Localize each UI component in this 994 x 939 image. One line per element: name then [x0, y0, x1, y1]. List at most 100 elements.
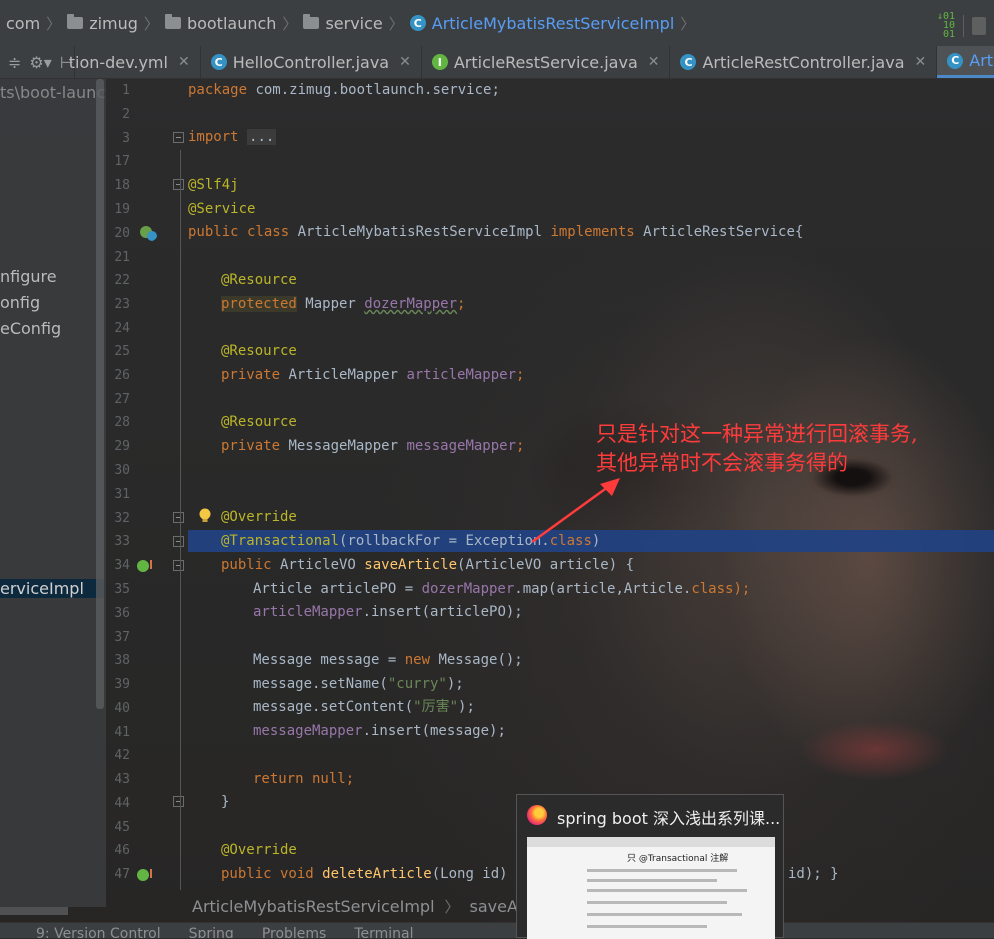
line-number: 1 — [122, 83, 130, 98]
code-line-38: Message message = new Message(); — [253, 652, 523, 668]
tab-article-rest-controller[interactable]: C ArticleRestController.java ✕ — [670, 46, 938, 78]
line-number-gutter: 1 2 3 17 18 19 20 21 22 23 24 25 26 27 28 29 30 31 32 33 34 3… — [106, 79, 188, 889]
folder-icon — [303, 14, 320, 29]
tool-version-control[interactable]: 9: Version Control — [36, 923, 161, 938]
line-number: 39 — [114, 677, 130, 692]
breadcrumb-service[interactable]: service — [297, 14, 388, 33]
code-line-47-tail: id); } — [788, 866, 839, 882]
breadcrumb-separator: 〉 — [46, 14, 62, 33]
fold-marker-icon[interactable] — [173, 560, 184, 571]
project-tool-window: ts\boot-launch nfigure onfig eConfig erv… — [0, 79, 106, 907]
line-number: 2 — [122, 107, 130, 122]
spring-bean-icon[interactable] — [138, 224, 158, 242]
code-line-28: @Resource — [221, 414, 297, 430]
firefox-icon — [527, 805, 547, 825]
code-line-34: public ArticleVO saveArticle(ArticleVO a… — [221, 557, 635, 573]
fold-marker-icon[interactable] — [173, 512, 184, 523]
code-line-3: import ... — [188, 129, 277, 145]
run-config-icon[interactable] — [972, 16, 986, 35]
code-line-23: protected Mapper dozerMapper; — [221, 296, 466, 312]
breadcrumb-separator: 〉 — [680, 14, 696, 33]
line-number: 47 — [114, 867, 130, 882]
implements-marker-icon[interactable] — [136, 867, 156, 883]
fold-marker-icon[interactable] — [173, 796, 184, 807]
code-line-41: messageMapper.insert(message); — [253, 723, 506, 739]
breadcrumb-zimug[interactable]: zimug — [61, 14, 144, 33]
breadcrumb-separator: 〉 — [143, 14, 159, 33]
line-number: 42 — [114, 748, 130, 763]
class-icon: C — [210, 54, 227, 70]
line-number: 19 — [114, 202, 130, 217]
breadcrumb-current-class[interactable]: C ArticleMybatisRestServiceImpl — [404, 14, 681, 33]
lightbulb-icon[interactable] — [198, 508, 212, 524]
tool-window-bar: 9: Version Control Spring Problems Termi… — [0, 922, 994, 938]
line-number: 37 — [114, 630, 130, 645]
tool-terminal[interactable]: Terminal — [354, 923, 413, 938]
code-line-39: message.setName("curry"); — [253, 676, 464, 692]
nav-right-tools: ↓01 10 01 — [937, 12, 986, 40]
code-line-22: @Resource — [221, 272, 297, 288]
tool-spring[interactable]: Spring — [189, 923, 234, 938]
breadcrumb-com[interactable]: com — [0, 14, 46, 33]
project-item-config[interactable]: onfig — [0, 293, 40, 312]
close-icon[interactable]: ✕ — [648, 54, 660, 70]
line-number: 33 — [114, 534, 130, 549]
tab-article-mybatis-rest-service-impl[interactable]: CArticleM — [937, 46, 994, 78]
line-number: 25 — [114, 344, 130, 359]
code-line-47: public void deleteArticle(Long id) { — [221, 866, 525, 882]
line-number: 35 — [114, 582, 130, 597]
tool-problems[interactable]: Problems — [262, 923, 327, 938]
fold-marker-icon[interactable] — [173, 132, 184, 143]
line-number: 24 — [114, 321, 130, 336]
close-icon[interactable]: ✕ — [915, 54, 927, 70]
window-thumbnail[interactable]: 只 @Transactional 注解 — [527, 837, 775, 939]
fold-marker-icon[interactable] — [173, 536, 184, 547]
line-number: 41 — [114, 725, 130, 740]
line-number: 44 — [114, 796, 130, 811]
tab-article-rest-service[interactable]: I ArticleRestService.java ✕ — [422, 46, 671, 78]
class-icon: C — [409, 15, 426, 31]
code-line-25: @Resource — [221, 343, 297, 359]
fold-marker-icon[interactable] — [173, 179, 184, 190]
project-item-autoconfigure[interactable]: nfigure — [0, 267, 57, 286]
close-icon[interactable]: ✕ — [178, 54, 190, 70]
line-number: 32 — [114, 511, 130, 526]
tab-application-dev-yml[interactable]: tion-dev.yml ✕ — [69, 46, 201, 78]
folder-icon — [67, 14, 84, 29]
taskbar-preview-popup[interactable]: spring boot 深入浅出系列课... 只 @Transactional … — [516, 794, 784, 939]
breadcrumb-bootlaunch[interactable]: bootlaunch — [159, 14, 282, 33]
line-number: 20 — [114, 226, 130, 241]
horizontal-scrollbar[interactable] — [0, 907, 68, 915]
collapse-all-icon[interactable]: ≑ — [8, 53, 21, 72]
close-icon[interactable]: ✕ — [399, 54, 411, 70]
breadcrumb-separator: 〉 — [444, 897, 460, 916]
code-line-29: private MessageMapper messageMapper; — [221, 438, 525, 454]
project-item-service-impl[interactable]: erviceImpl — [0, 579, 104, 598]
implements-marker-icon[interactable] — [136, 558, 156, 574]
line-number: 34 — [114, 558, 130, 573]
line-number: 40 — [114, 701, 130, 716]
gear-icon[interactable]: ⚙▾ — [29, 53, 51, 72]
code-line-36: articleMapper.insert(articlePO); — [253, 604, 523, 620]
code-line-18: @Slf4j — [188, 177, 239, 193]
class-icon: C — [680, 54, 697, 70]
line-number: 3 — [122, 131, 130, 146]
vcs-update-icon[interactable]: ↓01 10 01 — [937, 12, 955, 40]
tab-hello-controller[interactable]: C HelloController.java ✕ — [201, 46, 422, 78]
editor-tab-bar: ≑ ⚙▾ ⊢ tion-dev.yml ✕ C HelloController.ja… — [0, 46, 994, 79]
popup-title: spring boot 深入浅出系列课... — [557, 809, 781, 828]
thumbnail-heading: 只 @Transactional 注解 — [627, 854, 729, 864]
line-number: 31 — [114, 487, 130, 502]
gutter-fold-guide — [180, 150, 181, 890]
class-icon: C — [947, 52, 964, 69]
breadcrumb-separator: 〉 — [388, 14, 404, 33]
line-number: 23 — [114, 297, 130, 312]
breadcrumb-class[interactable]: ArticleMybatisRestServiceImpl — [192, 897, 435, 916]
project-panel-tools: ≑ ⚙▾ ⊢ — [0, 46, 75, 78]
line-number: 43 — [114, 772, 130, 787]
project-scrollbar[interactable] — [96, 79, 104, 709]
folded-imports[interactable]: ... — [247, 129, 277, 145]
project-item-eConfig[interactable]: eConfig — [0, 319, 61, 338]
line-number: 45 — [114, 820, 130, 835]
code-line-26: private ArticleMapper articleMapper; — [221, 367, 525, 383]
